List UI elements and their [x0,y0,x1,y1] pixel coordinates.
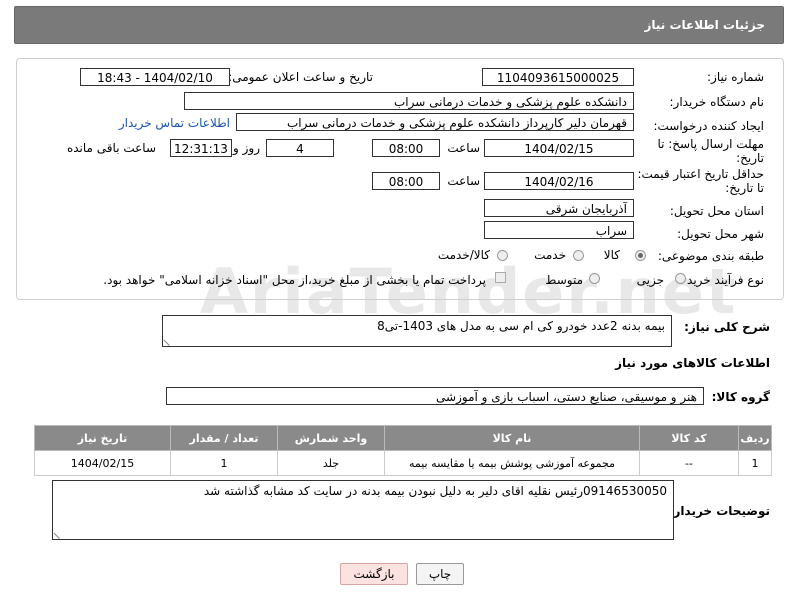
buyer-notes-label: توضیحات خریدار: [668,504,770,518]
reply-deadline-label-2: تاریخ: [736,151,764,165]
category-radio-both[interactable] [497,250,508,261]
cell-unit: جلد [277,450,385,476]
province-field: آذربایجان شرقی [484,199,634,217]
goods-group-field: هنر و موسیقی، صنایع دستی، اسباب بازی و آ… [166,387,704,405]
col-name: نام کالا [384,425,640,451]
category-radio-service[interactable] [573,250,584,261]
cell-name: مجموعه آموزشی پوشش بیمه یا مقایسه بیمه [384,450,640,476]
province-label: استان محل تحویل: [669,204,764,218]
city-field: سراب [484,221,634,239]
resize-grip-icon[interactable] [163,333,176,347]
cell-code: -- [639,450,739,476]
col-unit: واحد شمارش [277,425,385,451]
treasury-payment-checkbox[interactable] [495,272,506,283]
description-text: بیمه بدنه 2عدد خودرو کی ام سی به مدل های… [377,319,665,333]
need-number-field: 1104093615000025 [482,68,634,86]
goods-section-title: اطلاعات کالاهای مورد نیاز [615,356,770,370]
price-time-field: 08:00 [372,172,440,190]
cell-need-date: 1404/02/15 [34,450,171,476]
goods-table-header: ردیف کد کالا نام کالا واحد شمارش تعداد /… [34,425,772,451]
price-date-field: 1404/02/16 [484,172,634,190]
category-option-service: خدمت [534,248,566,262]
description-field: بیمه بدنه 2عدد خودرو کی ام سی به مدل های… [162,315,672,347]
back-button[interactable]: بازگشت [340,563,408,585]
category-option-both: کالا/خدمت [437,248,490,262]
buyer-notes-text: 09146530050رئیس نقلیه اقای دلیر به دلیل … [203,484,667,498]
remaining-time-field: 12:31:13 [170,139,232,157]
col-quantity: تعداد / مقدار [170,425,278,451]
goods-table: ردیف کد کالا نام کالا واحد شمارش تعداد /… [34,425,772,476]
cell-quantity: 1 [170,450,278,476]
process-label: نوع فرآیند خرید : [679,273,764,287]
announce-field: 1404/02/10 - 18:43 [80,68,230,86]
announce-label: تاریخ و ساعت اعلان عمومی: [228,70,373,84]
goods-group-label: گروه کالا: [711,390,770,404]
creator-label: ایجاد کننده درخواست: [653,119,764,133]
process-radio-medium[interactable] [589,273,600,284]
buyer-contact-link[interactable]: اطلاعات تماس خریدار [119,116,230,130]
col-row: ردیف [738,425,772,451]
price-deadline-label: حداقل تاریخ اعتبار قیمت: [637,167,764,181]
reply-deadline-label: مهلت ارسال پاسخ: تا [657,137,764,151]
description-label: شرح کلی نیاز: [684,320,770,334]
reply-time-field: 08:00 [372,139,440,157]
city-label: شهر محل تحویل: [677,227,764,241]
col-need-date: تاریخ نیاز [34,425,171,451]
print-button[interactable]: چاپ [416,563,464,585]
buyer-notes-field: 09146530050رئیس نقلیه اقای دلیر به دلیل … [52,480,674,540]
category-option-goods: کالا [603,248,620,262]
table-row: 1 -- مجموعه آموزشی پوشش بیمه یا مقایسه ب… [34,450,772,476]
remaining-label: ساعت باقی مانده [66,141,156,155]
process-radio-minor[interactable] [675,273,686,284]
days-label: روز و [233,141,260,155]
process-option-medium: متوسط [545,273,583,287]
need-number-label: شماره نیاز: [707,70,764,84]
reply-time-label: ساعت [447,141,480,155]
resize-grip-icon[interactable] [53,526,66,540]
reply-date-field: 1404/02/15 [484,139,634,157]
category-radio-goods[interactable] [635,250,646,261]
cell-row: 1 [738,450,772,476]
price-deadline-label-2: تا تاریخ: [725,181,764,195]
process-option-minor: جزیی [636,273,664,287]
price-time-label: ساعت [447,174,480,188]
page-header: جزئیات اطلاعات نیاز [14,6,784,44]
category-label: طبقه بندی موضوعی: [657,249,764,263]
treasury-payment-note: پرداخت تمام یا بخشی از مبلغ خرید،از محل … [103,273,486,287]
page-title: جزئیات اطلاعات نیاز [644,18,765,32]
buyer-org-field: دانشکده علوم پزشکی و خدمات درمانی سراب [184,92,634,110]
col-code: کد کالا [639,425,739,451]
buyer-org-label: نام دستگاه خریدار: [669,95,765,109]
days-field: 4 [266,139,334,157]
creator-field: قهرمان دلیر کارپرداز دانشکده علوم پزشکی … [236,113,634,131]
